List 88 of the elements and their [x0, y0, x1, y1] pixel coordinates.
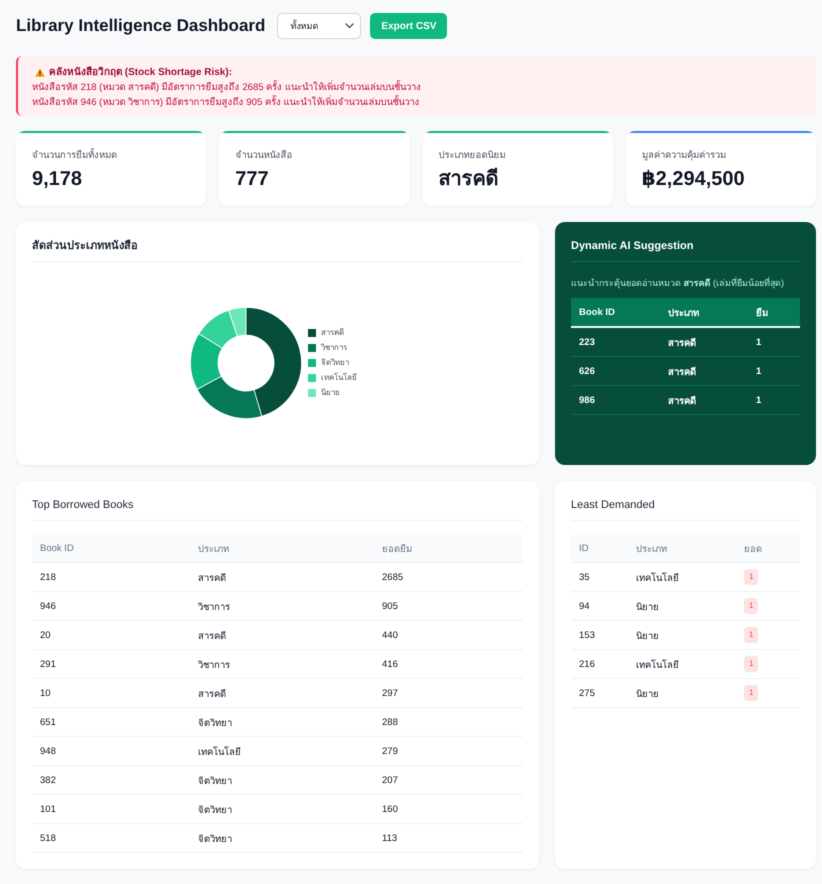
legend-label: สารคดี: [321, 328, 344, 338]
table-cell-text: วิชาการ: [197, 600, 231, 614]
count-badge: 1: [744, 569, 758, 585]
card-title: Top Borrowed Books: [32, 497, 523, 521]
table-cell-text: 160: [381, 804, 399, 814]
table-cell-text: 626: [578, 366, 596, 376]
card-title: สัดส่วนประเภทหนังสือ: [32, 238, 523, 262]
table-cell-text: 1: [755, 394, 762, 406]
table-cell-text: สารคดี: [197, 688, 227, 700]
table-cell-text: 216: [578, 658, 596, 670]
table-cell-text: 946: [39, 600, 57, 612]
suggestion-text: แนะนำกระตุ้นยอดอ่านหมวด สารคดี (เล่มที่ยืมน้อยที่สุด): [571, 276, 786, 290]
column-header: ประเภท: [197, 543, 230, 556]
table-cell-text: 948: [39, 746, 57, 756]
column-header: Book ID: [39, 543, 75, 554]
table-cell-text: 218: [39, 572, 57, 582]
table-cell-text: 207: [381, 774, 399, 786]
column-header: ประเภท: [667, 306, 700, 320]
table-cell-text: 279: [381, 746, 399, 756]
stat-value: 9,178: [32, 167, 84, 192]
table-cell-text: 10: [39, 688, 52, 698]
category-select[interactable]: ทั้งหมด: [277, 13, 362, 39]
table-cell-text: จิตวิทยา: [197, 804, 233, 816]
table-cell-text: 518: [39, 832, 57, 844]
table-cell-text: สารคดี: [667, 336, 697, 350]
stat-value: 777: [235, 167, 270, 192]
column-header: Book ID: [578, 306, 616, 318]
card-title: Least Demanded: [571, 497, 800, 521]
column-header: ID: [578, 543, 590, 554]
legend-label: จิตวิทยา: [321, 358, 349, 368]
column-header: ยอดยืม: [381, 543, 413, 556]
table-cell-text: จิตวิทยา: [197, 716, 233, 730]
column-header: ยอด: [743, 543, 763, 556]
warning-icon: [35, 68, 45, 77]
stat-label: มูลค่าความคุ้มค่ารวม: [642, 149, 727, 163]
page-title: Library Intelligence Dashboard: [16, 16, 266, 36]
table-cell-text: 223: [578, 336, 596, 348]
stat-label: จำนวนหนังสือ: [235, 149, 294, 163]
table-cell-text: สารคดี: [197, 630, 227, 642]
stat-value: สารคดี: [438, 166, 500, 192]
table-cell-text: นิยาย: [635, 630, 660, 642]
table-cell-text: 35: [578, 572, 591, 582]
table-cell-text: 382: [39, 774, 57, 786]
legend-label: นิยาย: [321, 388, 340, 398]
table-cell-text: 440: [381, 630, 399, 640]
stat-label: ประเภทยอดนิยม: [438, 149, 506, 163]
table-cell-text: 1: [755, 366, 762, 376]
table-cell-text: 905: [381, 600, 399, 612]
table-cell-text: สารคดี: [197, 572, 227, 584]
table-cell-text: จิตวิทยา: [197, 774, 233, 788]
table-cell-text: สารคดี: [667, 366, 697, 378]
table-cell-text: 291: [39, 658, 57, 670]
table-cell-text: วิชาการ: [197, 658, 231, 672]
count-badge: 1: [744, 656, 758, 672]
table-cell-text: เทคโนโลยี: [635, 658, 680, 672]
legend-label: วิชาการ: [321, 342, 347, 352]
table-cell-text: นิยาย: [635, 600, 660, 614]
card-title: Dynamic AI Suggestion: [571, 238, 800, 262]
table-cell-text: สารคดี: [667, 394, 697, 408]
table-cell-text: 986: [578, 394, 596, 406]
table-cell-text: 113: [381, 832, 398, 844]
count-badge: 1: [744, 685, 758, 701]
table-cell-text: 94: [578, 600, 591, 612]
column-header: ประเภท: [635, 543, 668, 556]
alert-message: หนังสือรหัส 946 (หมวด วิชาการ) มีอัตราการยืมสูงถึง 905 ครั้ง แนะนำให้เพิ่มจำนวนเล่มบนชั้นวาง: [32, 95, 421, 110]
table-cell-text: 2685: [381, 572, 404, 582]
table-cell-text: 101: [39, 804, 57, 814]
table-cell-text: นิยาย: [635, 688, 660, 700]
table-cell-text: 416: [381, 658, 399, 670]
table-cell-text: เทคโนโลยี: [635, 571, 680, 584]
stat-value: ฿2,294,500: [642, 167, 746, 192]
stat-label: จำนวนการยืมทั้งหมด: [32, 149, 118, 163]
table-cell-text: เทคโนโลยี: [197, 745, 242, 758]
chevron-down-icon: [345, 23, 354, 29]
table-cell-text: 153: [578, 630, 596, 640]
table-cell-text: จิตวิทยา: [197, 832, 233, 846]
table-cell-text: 288: [381, 716, 399, 728]
table-cell-text: 20: [39, 630, 52, 640]
count-badge: 1: [744, 598, 758, 614]
table-cell-text: 1: [755, 336, 762, 348]
table-cell-text: 651: [39, 716, 57, 728]
table-cell-text: 275: [578, 688, 596, 698]
alert-message: หนังสือรหัส 218 (หมวด สารคดี) มีอัตราการยืมสูงถึง 2685 ครั้ง แนะนำให้เพิ่มจำนวนเล่มบนชั้นวาง: [32, 80, 422, 95]
count-badge: 1: [744, 627, 758, 643]
legend-label: เทคโนโลยี: [321, 372, 357, 382]
alert-title: คลังหนังสือวิกฤต (Stock Shortage Risk):: [49, 65, 232, 80]
column-header: ยืม: [755, 306, 769, 320]
table-cell-text: 297: [381, 688, 399, 698]
